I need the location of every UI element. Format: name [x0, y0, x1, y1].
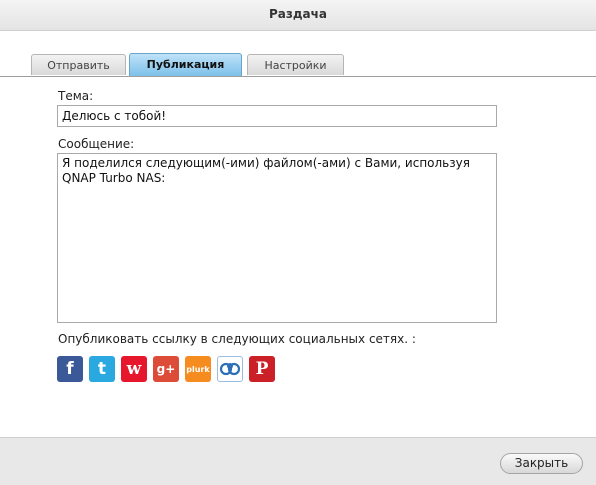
tab-publish[interactable]: Публикация: [129, 53, 242, 76]
dialog-title: Раздача: [0, 0, 596, 31]
twitter-glyph: t: [97, 359, 107, 379]
pinterest-glyph: P: [255, 359, 269, 379]
pinterest-icon[interactable]: P: [249, 356, 275, 382]
social-networks-label: Опубликовать ссылку в следующих социальн…: [58, 332, 416, 346]
twitter-icon[interactable]: t: [89, 356, 115, 382]
tab-settings[interactable]: Настройки: [247, 54, 344, 75]
facebook-glyph: f: [66, 359, 74, 379]
close-button[interactable]: Закрыть: [500, 453, 583, 474]
message-label: Сообщение:: [58, 137, 135, 151]
message-textarea[interactable]: Я поделился следующим(-ими) файлом(-ами)…: [57, 153, 497, 323]
facebook-icon[interactable]: f: [57, 356, 83, 382]
tab-bar: Отправить Публикация Настройки: [0, 53, 596, 77]
weibo-glyph: w: [126, 359, 142, 379]
weibo-icon[interactable]: w: [121, 356, 147, 382]
tab-send[interactable]: Отправить: [31, 54, 126, 75]
plurk-icon[interactable]: plurk: [185, 356, 211, 382]
dialog-footer: Закрыть: [0, 437, 596, 485]
google-plus-glyph: g+: [156, 362, 176, 376]
qzone-icon[interactable]: [217, 356, 243, 382]
subject-input[interactable]: [57, 105, 497, 127]
subject-label: Тема:: [58, 89, 94, 103]
plurk-glyph: plurk: [186, 364, 210, 374]
google-plus-icon[interactable]: g+: [153, 356, 179, 382]
